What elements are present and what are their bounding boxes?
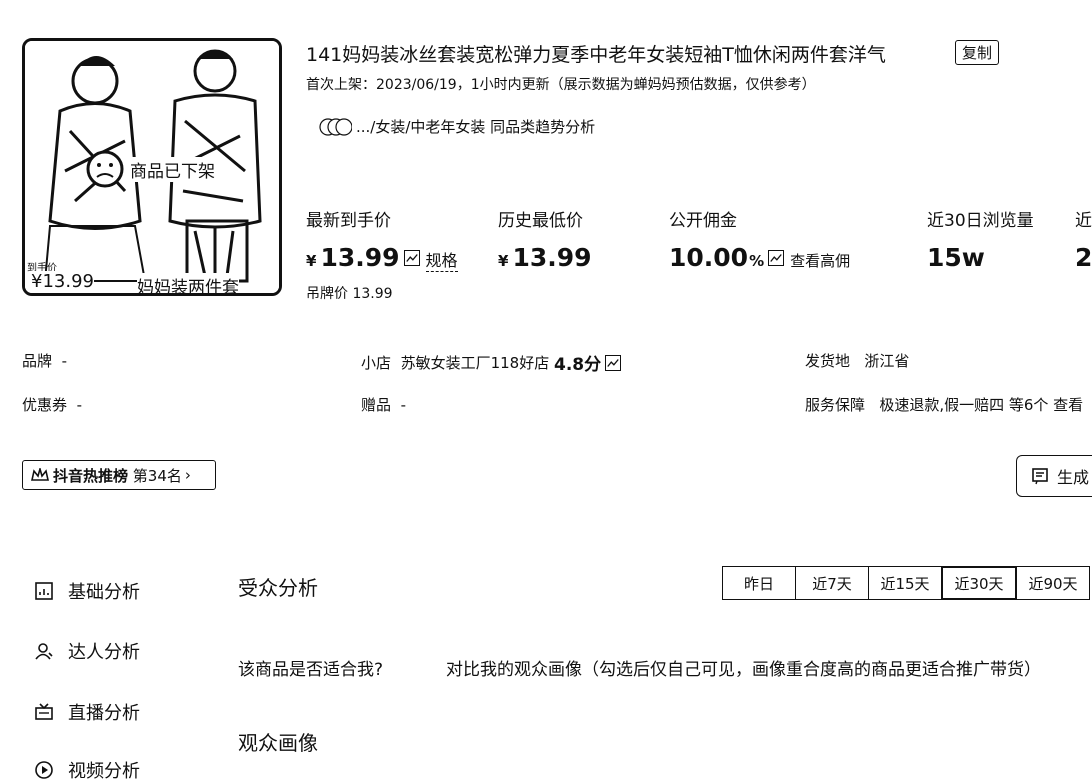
shop-label: 小店 bbox=[361, 354, 392, 372]
offline-status-overlay: 商品已下架 bbox=[127, 157, 218, 182]
commission: 10.00 % 查看高佣 bbox=[669, 243, 850, 272]
extra-stat-label: 近 bbox=[1075, 211, 1092, 231]
tv-icon bbox=[35, 703, 53, 720]
ship-value: 浙江省 bbox=[864, 352, 910, 370]
latest-price-currency: ¥ bbox=[306, 252, 317, 270]
category-path: .../女装/中老年女装 同品类趋势分析 bbox=[356, 118, 596, 136]
service-label: 服务保障 bbox=[805, 396, 866, 414]
chart-icon bbox=[35, 582, 53, 600]
tab-7-days[interactable]: 近7天 bbox=[795, 566, 869, 600]
shop-score-trend-icon[interactable] bbox=[605, 354, 622, 371]
latest-price: ¥ 13.99 规格 bbox=[306, 243, 458, 272]
generate-label: 生成 bbox=[1057, 468, 1090, 487]
sidebar-item-video[interactable]: 视频分析 bbox=[34, 757, 140, 783]
sidebar-item-label: 基础分析 bbox=[68, 582, 140, 603]
lowest-price-currency: ¥ bbox=[498, 252, 509, 270]
coupon-info: 优惠券 - bbox=[22, 394, 82, 415]
latest-price-value: 13.99 bbox=[320, 243, 400, 272]
commission-label: 公开佣金 bbox=[669, 211, 737, 231]
view-high-commission-link[interactable]: 查看高佣 bbox=[790, 250, 850, 271]
spec-link[interactable]: 规格 bbox=[425, 247, 458, 272]
lowest-price-value: 13.99 bbox=[512, 243, 592, 272]
copy-button[interactable]: 复制 bbox=[955, 40, 1000, 65]
caption-overlay: 妈妈装两件套 bbox=[137, 273, 239, 293]
category-link[interactable]: .../女装/中老年女装 同品类趋势分析 bbox=[318, 116, 595, 137]
tab-15-days[interactable]: 近15天 bbox=[868, 566, 942, 600]
product-thumbnail[interactable]: 商品已下架 到手价 ¥13.99 妈妈装两件套 bbox=[22, 38, 282, 296]
tab-90-days[interactable]: 近90天 bbox=[1016, 566, 1090, 600]
douyin-rank-button[interactable]: 抖音热推榜 第34名 › bbox=[22, 460, 216, 490]
brand-value: - bbox=[61, 352, 67, 370]
compare-portrait-option[interactable]: 对比我的观众画像（勾选后仅自己可见，画像重合度高的商品更适合推广带货） bbox=[446, 655, 1041, 680]
tab-yesterday[interactable]: 昨日 bbox=[722, 566, 796, 600]
sidebar-item-basic[interactable]: 基础分析 bbox=[34, 578, 140, 604]
service-value[interactable]: 极速退款,假一赔四 等6个 查看 bbox=[879, 396, 1083, 414]
rank-label: 抖音热推榜 bbox=[53, 466, 129, 485]
rank-position: 第34名 bbox=[132, 466, 182, 485]
lowest-price: ¥ 13.99 bbox=[498, 243, 592, 272]
report-icon bbox=[1032, 468, 1048, 485]
date-range-tabs: 昨日 近7天 近15天 近30天 近90天 bbox=[722, 566, 1090, 600]
commission-value: 10.00 bbox=[669, 243, 749, 272]
commission-unit: % bbox=[749, 252, 765, 270]
coupon-value: - bbox=[76, 396, 82, 414]
video-icon bbox=[35, 761, 53, 779]
gift-label: 赠品 bbox=[361, 396, 392, 414]
views-label: 近30日浏览量 bbox=[927, 211, 1034, 231]
shop-score: 4.8分 bbox=[553, 355, 602, 375]
shop-name[interactable]: 苏敏女装工厂118好店 bbox=[401, 352, 550, 373]
category-avatars-icon bbox=[319, 117, 352, 136]
gift-info: 赠品 - bbox=[361, 394, 406, 415]
service-info: 服务保障 极速退款,假一赔四 等6个 查看 bbox=[805, 394, 1083, 415]
generate-button[interactable]: 生成 bbox=[1016, 455, 1092, 497]
brand-label: 品牌 bbox=[22, 352, 53, 370]
crown-icon bbox=[31, 468, 49, 481]
sidebar-item-label: 视频分析 bbox=[68, 761, 140, 782]
tab-30-days[interactable]: 近30天 bbox=[941, 566, 1017, 600]
latest-price-label: 最新到手价 bbox=[306, 211, 391, 231]
audience-portrait-title: 观众画像 bbox=[238, 731, 318, 755]
brand-info: 品牌 - bbox=[22, 350, 67, 371]
commission-trend-icon[interactable] bbox=[768, 250, 785, 266]
sidebar-item-influencer[interactable]: 达人分析 bbox=[34, 638, 140, 664]
suitability-question: 该商品是否适合我? bbox=[238, 660, 384, 680]
price-trend-icon[interactable] bbox=[403, 250, 420, 266]
ship-info: 发货地 浙江省 bbox=[805, 350, 909, 371]
sidebar-item-label: 达人分析 bbox=[68, 642, 140, 663]
views-value: 15w bbox=[927, 243, 985, 272]
price-overlay: ¥13.99 bbox=[31, 271, 94, 292]
extra-stat-value: 2 bbox=[1075, 243, 1092, 272]
chevron-right-icon: › bbox=[184, 466, 191, 484]
person-icon bbox=[35, 643, 53, 660]
shop-info: 小店 苏敏女装工厂118好店 4.8分 bbox=[361, 350, 622, 375]
ship-label: 发货地 bbox=[805, 352, 851, 370]
gift-value: - bbox=[400, 396, 406, 414]
sidebar-item-label: 直播分析 bbox=[68, 703, 140, 724]
coupon-label: 优惠券 bbox=[22, 396, 68, 414]
sidebar-item-live[interactable]: 直播分析 bbox=[34, 699, 140, 725]
first-listed-info: 首次上架：2023/06/19，1小时内更新（展示数据为蝉妈妈预估数据，仅供参考… bbox=[306, 77, 816, 93]
product-title: 141妈妈装冰丝套装宽松弹力夏季中老年女装短袖T恤休闲两件套洋气 bbox=[306, 44, 886, 66]
audience-title: 受众分析 bbox=[238, 576, 318, 600]
tag-price: 吊牌价 13.99 bbox=[306, 286, 393, 302]
lowest-price-label: 历史最低价 bbox=[498, 211, 583, 231]
